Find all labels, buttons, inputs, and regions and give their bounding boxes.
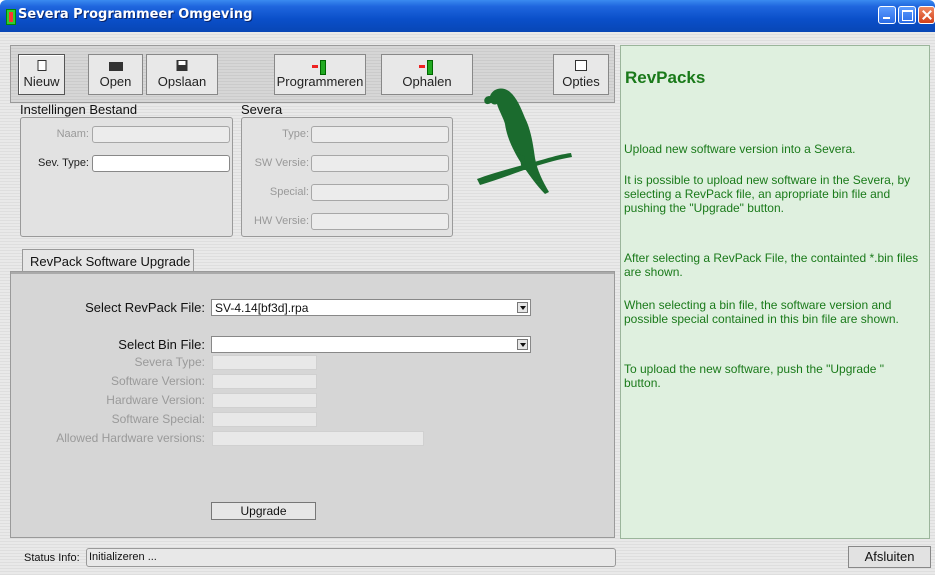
sw-version-field (311, 155, 449, 172)
options-icon (575, 60, 587, 71)
help-paragraph: Upload new software version into a Sever… (624, 142, 856, 156)
hw-version-field (311, 213, 449, 230)
help-paragraph: To upload the new software, push the "Up… (624, 362, 885, 390)
minimize-button[interactable] (878, 6, 896, 24)
type-label: Type: (282, 128, 309, 140)
parrot-logo (477, 88, 572, 194)
new-button[interactable]: Nieuw (18, 54, 65, 95)
program-icon (312, 60, 328, 75)
allowed-hw-field (212, 431, 424, 446)
type-field (311, 126, 449, 143)
save-button-label: Opslaan (157, 74, 207, 89)
save-disk-icon (176, 60, 188, 71)
maximize-button[interactable] (898, 6, 916, 24)
hw-version-label: HW Versie: (253, 215, 309, 227)
revpack-file-value: SV-4.14[bf3d].rpa (215, 301, 309, 315)
new-button-label: Nieuw (23, 74, 60, 89)
help-paragraph: When selecting a bin file, the software … (624, 298, 899, 326)
tab-revpack-upgrade[interactable]: RevPack Software Upgrade (22, 249, 194, 272)
open-folder-icon (108, 62, 123, 71)
settings-group: Naam: Sev. Type: (20, 117, 233, 237)
app-icon (6, 9, 16, 25)
settings-group-label: Instellingen Bestand (20, 102, 138, 117)
hardware-version-label: Hardware Version: (106, 393, 205, 407)
fetch-button[interactable]: Ophalen (381, 54, 473, 95)
title-bar[interactable]: Severa Programmeer Omgeving (0, 0, 935, 32)
name-field (92, 126, 230, 143)
bin-file-label: Select Bin File: (118, 337, 205, 352)
special-label: Special: (269, 186, 309, 198)
dropdown-arrow-icon[interactable] (517, 339, 528, 350)
revpack-file-label: Select RevPack File: (85, 300, 205, 315)
upgrade-button[interactable]: Upgrade (211, 502, 316, 520)
bin-file-select[interactable] (211, 336, 531, 353)
software-special-field (212, 412, 317, 427)
sev-type-label: Sev. Type: (38, 157, 89, 169)
help-paragraph: It is possible to upload new software in… (624, 173, 911, 215)
sw-version-label: SW Versie: (254, 157, 309, 169)
fetch-button-label: Ophalen (402, 74, 452, 89)
severa-group-label: Severa (241, 102, 283, 117)
help-panel: RevPacks Upload new software version int… (620, 45, 930, 539)
allowed-hw-label: Allowed Hardware versions: (56, 431, 205, 445)
special-field (311, 184, 449, 201)
name-label: Naam: (56, 128, 89, 140)
software-version-field (212, 374, 317, 389)
fetch-icon (419, 60, 435, 75)
close-window-button[interactable] (918, 6, 935, 24)
window-title: Severa Programmeer Omgeving (18, 7, 253, 22)
status-label: Status Info: (24, 552, 80, 564)
close-app-button[interactable]: Afsluiten (848, 546, 931, 568)
revpack-file-select[interactable]: SV-4.14[bf3d].rpa (211, 299, 531, 316)
status-field: Initializeren ... (86, 548, 616, 567)
help-paragraph: After selecting a RevPack File, the cont… (624, 251, 919, 279)
upgrade-panel: Select RevPack File: SV-4.14[bf3d].rpa S… (10, 271, 615, 538)
open-button[interactable]: Open (88, 54, 143, 95)
program-button[interactable]: Programmeren (274, 54, 366, 95)
software-special-label: Software Special: (111, 412, 205, 426)
program-button-label: Programmeren (276, 74, 364, 89)
help-title: RevPacks (625, 68, 706, 87)
severa-type-field (212, 355, 317, 370)
dropdown-arrow-icon[interactable] (517, 302, 528, 313)
hardware-version-field (212, 393, 317, 408)
new-page-icon (37, 60, 46, 71)
severa-group: Type: SW Versie: Special: HW Versie: (241, 117, 453, 237)
sev-type-field[interactable] (92, 155, 230, 172)
open-button-label: Open (99, 74, 132, 89)
save-button[interactable]: Opslaan (146, 54, 218, 95)
software-version-label: Software Version: (110, 374, 205, 388)
severa-type-label: Severa Type: (134, 355, 206, 369)
